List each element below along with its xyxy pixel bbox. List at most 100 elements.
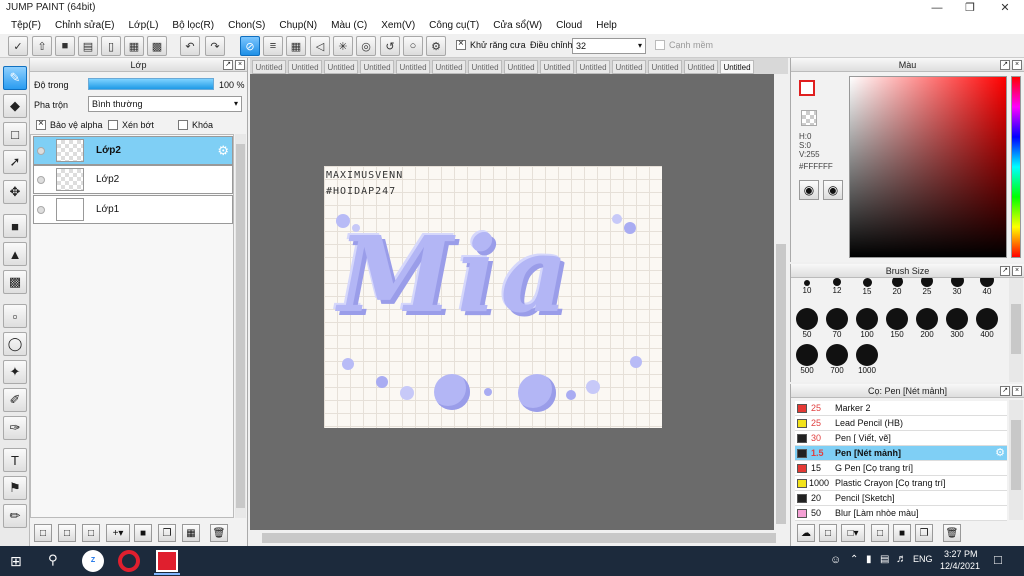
no-ruler-icon[interactable]: ⊘ [240, 36, 260, 56]
parallel-ruler-icon[interactable]: ≡ [263, 36, 283, 56]
doc-tab[interactable]: Untitled [612, 60, 646, 74]
antialias-checkbox[interactable] [456, 38, 466, 51]
eyedropper-icon[interactable]: ✏ [3, 504, 27, 528]
doc-tab[interactable]: Untitled [396, 60, 430, 74]
undo-icon[interactable]: ↶ [180, 36, 200, 56]
menu-filter[interactable]: Bộ lọc(R) [165, 20, 221, 31]
menu-color[interactable]: Màu (C) [324, 20, 374, 31]
gear-icon[interactable]: ⚙ [217, 143, 229, 159]
magic-wand-icon[interactable]: ✦ [3, 360, 27, 384]
doc-tab-active[interactable]: Untitled [720, 60, 754, 74]
palette-icon[interactable]: ◉ [799, 180, 819, 200]
brush-item[interactable]: 25 Lead Pencil (HB) [795, 416, 1007, 431]
dropper-icon[interactable]: ⚑ [3, 476, 27, 500]
scroll-thumb[interactable] [236, 144, 245, 508]
rectangle-select-icon[interactable]: □ [3, 122, 27, 146]
concentric-ruler-icon[interactable]: ◎ [356, 36, 376, 56]
zalo-app-icon[interactable]: Z [82, 550, 104, 572]
brush-item[interactable]: 20 Pencil [Sketch] [795, 491, 1007, 506]
layer-row[interactable]: Lớp2 ⚙ [33, 136, 233, 165]
doc-tab[interactable]: Untitled [648, 60, 682, 74]
eraser-tool-icon[interactable]: ◆ [3, 94, 27, 118]
brush-size-150[interactable]: 150 [883, 308, 911, 339]
close-button[interactable]: ✕ [990, 0, 1020, 16]
doc-tab[interactable]: Untitled [468, 60, 502, 74]
brush-size-500[interactable]: 500 [793, 344, 821, 375]
brush-cloud-icon[interactable]: ☁ [797, 524, 815, 542]
layout-icon[interactable]: ▦ [124, 36, 144, 56]
opera-app-icon[interactable] [118, 550, 140, 572]
new-raster-icon[interactable]: □ [58, 524, 76, 542]
curve-ruler-icon[interactable]: ↺ [380, 36, 400, 56]
panel-close-icon[interactable]: × [1012, 386, 1022, 396]
saturation-value-picker[interactable] [849, 76, 1007, 258]
brush-size-700[interactable]: 700 [823, 344, 851, 375]
comment-icon[interactable]: ▤ [78, 36, 98, 56]
scroll-thumb[interactable] [1011, 304, 1021, 354]
menu-select[interactable]: Chon(S) [221, 20, 272, 31]
brush-size-300[interactable]: 300 [943, 308, 971, 339]
brush-size-50[interactable]: 50 [793, 308, 821, 339]
menu-cloud[interactable]: Cloud [549, 20, 589, 31]
smooth-edge-checkbox[interactable] [655, 40, 665, 51]
menu-file[interactable]: Tệp(F) [4, 20, 48, 31]
adjust-select[interactable]: 32 ▾ [572, 38, 646, 54]
page-icon[interactable]: ▯ [101, 36, 121, 56]
jump-paint-app-icon[interactable] [156, 550, 178, 572]
brush-item[interactable]: 30 Pen [ Viết, vẽ] [795, 431, 1007, 446]
brush-size-200[interactable]: 200 [913, 308, 941, 339]
brush-size-100[interactable]: 100 [853, 308, 881, 339]
doc-tab[interactable]: Untitled [540, 60, 574, 74]
notifications-icon[interactable]: □ [994, 552, 1002, 567]
minimize-button[interactable]: — [922, 0, 952, 16]
fill-rect-icon[interactable]: ■ [3, 214, 27, 238]
brush-item[interactable]: 25 Marker 2 [795, 401, 1007, 416]
canvas-area[interactable]: MAXIMUSVENN #HOIDAP247 Mia [250, 74, 774, 530]
clock-date[interactable]: 12/4/2021 [940, 561, 980, 571]
brush-item-selected[interactable]: 1.5 Pen [Nét mảnh] ⚙ [795, 446, 1007, 461]
brush-size-25[interactable]: 25 [913, 278, 941, 296]
brush-size-70[interactable]: 70 [823, 308, 851, 339]
select-pen-icon[interactable]: ✐ [3, 388, 27, 412]
doc-tab[interactable]: Untitled [324, 60, 358, 74]
restore-button[interactable]: ❐ [955, 0, 985, 16]
brush-size-15[interactable]: 15 [853, 278, 881, 296]
menu-help[interactable]: Help [589, 20, 624, 31]
brush-item[interactable]: 50 Blur [Làm nhòe màu] [795, 506, 1007, 521]
brush-duplicate-icon[interactable]: □ [871, 524, 889, 542]
people-icon[interactable]: ☺ [830, 554, 841, 566]
battery-icon[interactable]: ▮ [866, 554, 872, 565]
doc-tab[interactable]: Untitled [432, 60, 466, 74]
speech-bubble-icon[interactable]: ■ [55, 36, 75, 56]
grid-icon[interactable]: ▩ [147, 36, 167, 56]
trash-icon[interactable]: 🗑 [943, 524, 961, 542]
transparent-swatch[interactable] [801, 110, 817, 126]
visibility-icon[interactable] [37, 176, 45, 184]
volume-icon[interactable]: ♬ [896, 553, 907, 565]
scroll-thumb[interactable] [776, 244, 786, 524]
brush-size-400[interactable]: 400 [973, 308, 1001, 339]
merge-layer-icon[interactable]: ▦ [182, 524, 200, 542]
chevron-up-icon[interactable]: ⌃ [850, 554, 858, 565]
doc-tab[interactable]: Untitled [576, 60, 610, 74]
select-eraser-icon[interactable]: ✑ [3, 416, 27, 440]
brush-item[interactable]: 1000 Plastic Crayon [Cọ trang trí] [795, 476, 1007, 491]
brush-size-20[interactable]: 20 [883, 278, 911, 296]
radial-ruler-icon[interactable]: ✳ [333, 36, 353, 56]
brush-size-30[interactable]: 30 [943, 278, 971, 296]
redo-icon[interactable]: ↷ [205, 36, 225, 56]
scroll-thumb[interactable] [262, 533, 776, 543]
copy-layer-icon[interactable]: ❐ [158, 524, 176, 542]
layer-row[interactable]: Lớp1 [33, 195, 233, 224]
panel-close-icon[interactable]: × [1012, 60, 1022, 70]
grid-ruler-icon[interactable]: ▦ [286, 36, 306, 56]
doc-tab[interactable]: Untitled [252, 60, 286, 74]
brush-size-40[interactable]: 40 [973, 278, 1001, 296]
network-icon[interactable]: ▤ [880, 554, 889, 565]
menu-view[interactable]: Xem(V) [374, 20, 422, 31]
blend-select[interactable]: Bình thường ▾ [88, 96, 242, 112]
scroll-thumb[interactable] [1011, 420, 1021, 490]
panel-float-icon[interactable]: ↗ [223, 60, 233, 70]
search-icon[interactable]: ⚲ [48, 552, 58, 568]
brush-folder-icon[interactable]: ■ [893, 524, 911, 542]
